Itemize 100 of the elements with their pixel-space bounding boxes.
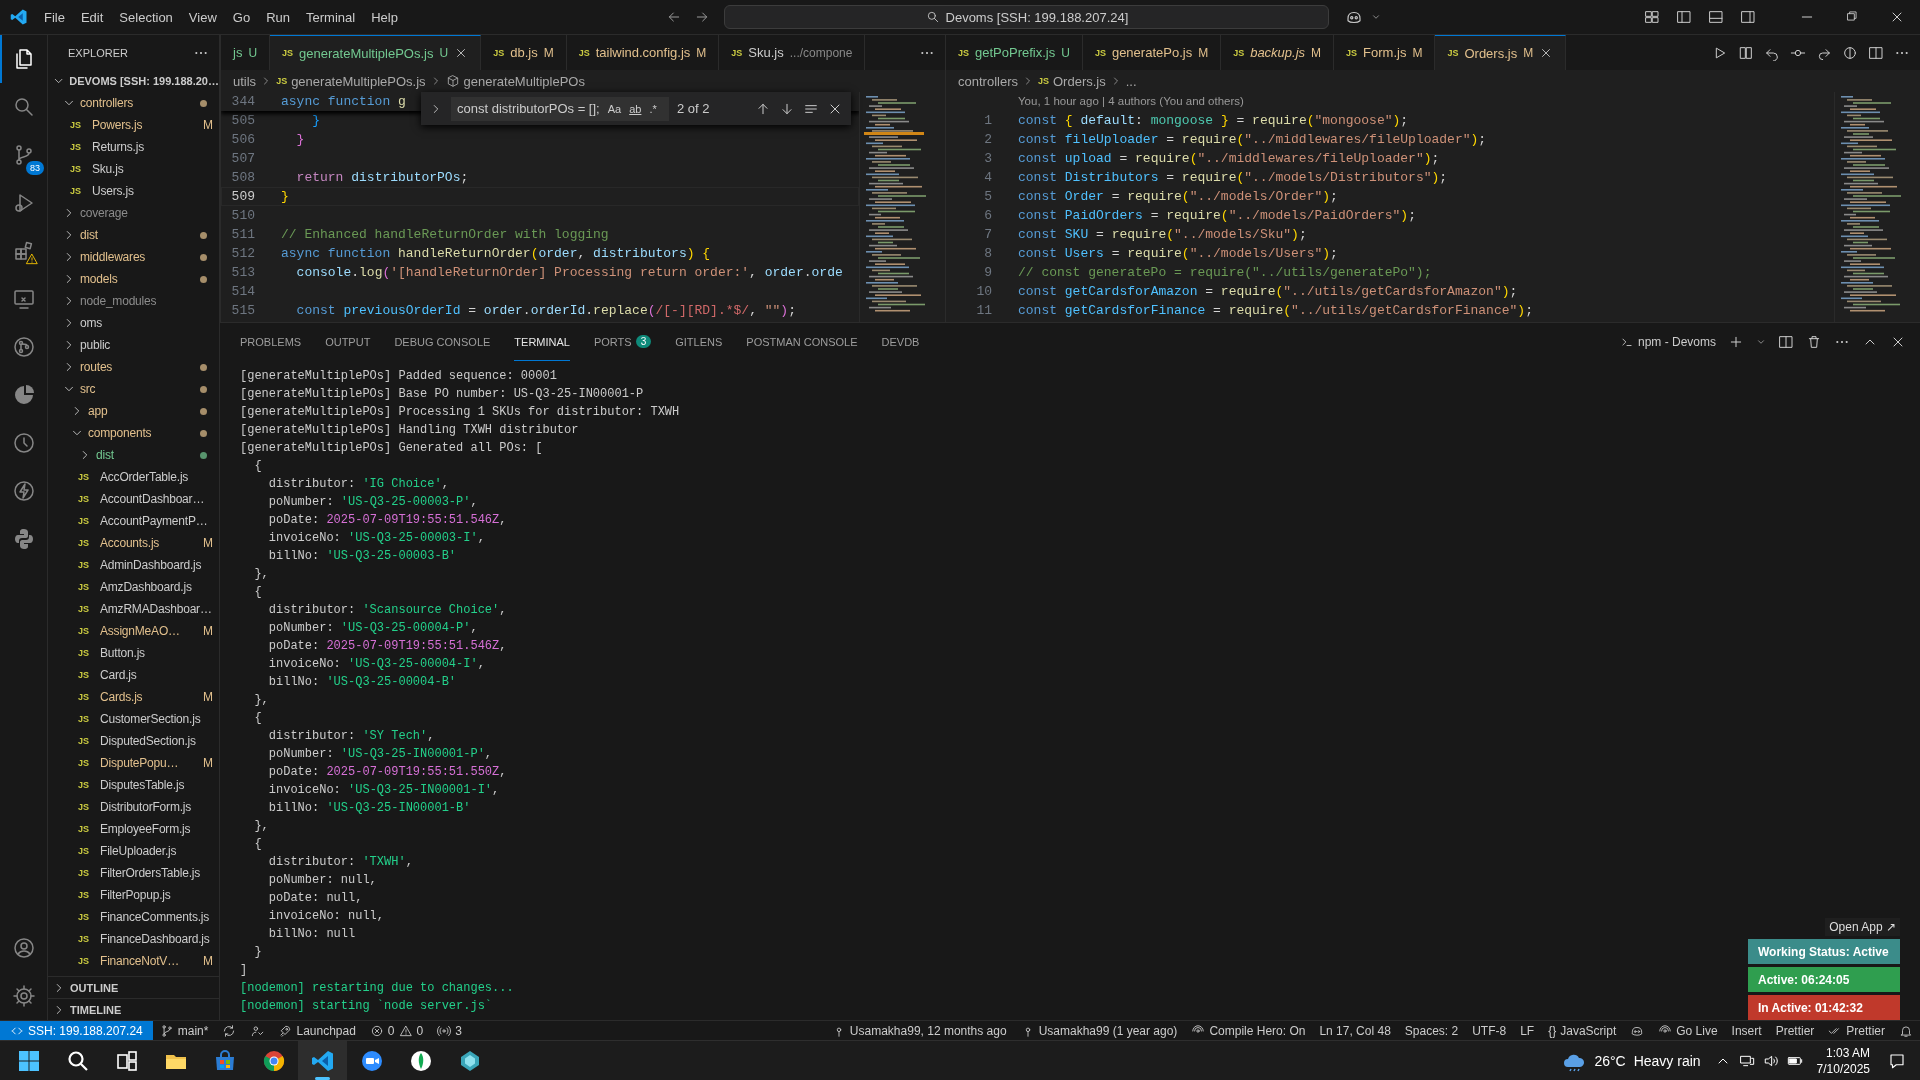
menu-item[interactable]: Go	[224, 5, 259, 29]
panel-tab[interactable]: OUTPUT	[325, 323, 371, 361]
status-bar-item[interactable]: main*	[152, 1020, 216, 1041]
status-bar-item[interactable]: {} JavaScript	[1541, 1020, 1624, 1041]
toggle-panel-icon[interactable]	[1708, 9, 1724, 25]
file-tree-item[interactable]: controllers	[48, 92, 219, 114]
file-tree-item[interactable]: middlewares	[48, 246, 219, 268]
file-tree-item[interactable]: dist	[48, 224, 219, 246]
file-tree-item[interactable]: src	[48, 378, 219, 400]
file-tree-item[interactable]: JS DisputePopu… M	[48, 752, 219, 774]
breadcrumb-item[interactable]: generateMultiplePOs	[445, 73, 585, 89]
file-tree-item[interactable]: JS AmzRMADashboar…	[48, 598, 219, 620]
menu-item[interactable]: Help	[363, 5, 406, 29]
file-tree-item[interactable]: JS EmployeeForm.js	[48, 818, 219, 840]
caret-icon[interactable]	[1371, 12, 1382, 22]
panel-tab[interactable]: PORTS 3	[593, 323, 652, 361]
status-bar-item[interactable]: Go Live	[1651, 1020, 1725, 1041]
file-tree-item[interactable]: JS AmzDashboard.js	[48, 576, 219, 598]
command-center[interactable]: Devoms [SSH: 199.188.207.24]	[724, 5, 1330, 29]
file-tree-item[interactable]: JS AccountDashboar…	[48, 488, 219, 510]
account-icon[interactable]	[11, 936, 36, 960]
code-editor-icon[interactable]	[310, 1048, 335, 1073]
file-tree-item[interactable]: JS AccOrderTable.js	[48, 466, 219, 488]
toggle-secondary-sidebar-icon[interactable]	[1740, 9, 1756, 25]
breadcrumb-item[interactable]: ...	[1125, 73, 1137, 89]
status-bar-item[interactable]: Spaces: 2	[1397, 1020, 1466, 1041]
status-bar-item[interactable]: Prettier	[1821, 1020, 1892, 1041]
match-case-toggle[interactable]: Aa	[607, 102, 622, 115]
trash-icon[interactable]	[1806, 334, 1822, 350]
file-tree-item[interactable]: JS CustomerSection.js	[48, 708, 219, 730]
breadcrumb-item[interactable]: controllers	[958, 73, 1018, 89]
section-header[interactable]: OUTLINE	[48, 976, 219, 998]
status-bar-item[interactable]: Compile Hero: On	[1184, 1020, 1313, 1041]
status-bar-item[interactable]: LF	[1513, 1020, 1542, 1041]
file-tree-item[interactable]: JS Returns.js	[48, 136, 219, 158]
panel-tab[interactable]: POSTMAN CONSOLE	[746, 323, 858, 361]
compare-icon[interactable]	[1738, 44, 1754, 61]
menu-item[interactable]: View	[180, 5, 225, 29]
panel-tab[interactable]: TERMINAL	[514, 323, 570, 361]
file-tree-item[interactable]: app	[48, 400, 219, 422]
status-bar-item[interactable]: Usamakha99, 12 months ago	[824, 1020, 1014, 1041]
lightning-icon[interactable]	[11, 479, 36, 503]
status-bar-item[interactable]: Launchpad	[271, 1020, 363, 1041]
task-view-icon[interactable]	[114, 1048, 139, 1073]
panel-tab[interactable]: DEVDB	[881, 323, 920, 361]
new-terminal-icon[interactable]	[1728, 334, 1744, 350]
breadcrumb-item[interactable]: JS generateMultiplePOs.js	[276, 73, 426, 89]
workspace-header[interactable]: DEVOMS [SSH: 199.188.20…	[48, 70, 219, 92]
file-tree-item[interactable]: coverage	[48, 202, 219, 224]
clock-icon[interactable]	[11, 431, 36, 455]
file-tree-item[interactable]: JS Cards.js M	[48, 686, 219, 708]
file-tree-item[interactable]: JS Sku.js	[48, 158, 219, 180]
split-editor-icon[interactable]	[1868, 44, 1884, 61]
settings-icon[interactable]	[11, 984, 36, 1008]
terminal-selector[interactable]: npm - Devoms	[1619, 335, 1716, 349]
file-tree-item[interactable]: JS FileUploader.js	[48, 840, 219, 862]
start-icon[interactable]	[16, 1048, 41, 1073]
monitor-icon[interactable]	[11, 287, 36, 311]
graph-icon[interactable]	[11, 335, 36, 359]
file-tree-item[interactable]: JS DisputesTable.js	[48, 774, 219, 796]
editor-tab[interactable]: JS Orders.js M	[1435, 35, 1567, 70]
whole-word-toggle[interactable]: ab	[629, 102, 642, 115]
panel-tab[interactable]: GITLENS	[675, 323, 723, 361]
file-tree-item[interactable]: node_modules	[48, 290, 219, 312]
video-camera-icon[interactable]	[359, 1048, 384, 1073]
gitlens-icon[interactable]	[1842, 44, 1858, 61]
menu-item[interactable]: Terminal	[298, 5, 364, 29]
status-bar-item[interactable]: Prettier	[1768, 1020, 1822, 1041]
file-tree-item[interactable]: JS Card.js	[48, 664, 219, 686]
file-tree-item[interactable]: JS Accounts.js M	[48, 532, 219, 554]
toggle-sidebar-icon[interactable]	[1676, 9, 1692, 25]
file-tree-item[interactable]: oms	[48, 312, 219, 334]
file-tree-item[interactable]: JS FinanceDashboard.js	[48, 928, 219, 950]
file-tree-item[interactable]: JS DisputedSection.js	[48, 730, 219, 752]
breadcrumb-item[interactable]: JS Orders.js	[1037, 73, 1106, 89]
customize-layout-icon[interactable]	[1644, 9, 1660, 25]
file-tree-item[interactable]: JS Button.js	[48, 642, 219, 664]
caret-icon[interactable]	[1756, 337, 1766, 347]
leaf-icon[interactable]	[408, 1048, 433, 1073]
editor-tab[interactable]: JS generateMultiplePOs.js U	[270, 35, 482, 70]
file-tree-item[interactable]: JS FinanceNotV… M	[48, 950, 219, 972]
status-bar-item[interactable]: SSH: 199.188.207.24	[0, 1020, 153, 1041]
status-bar-item[interactable]: 3	[430, 1020, 469, 1041]
panel-tab[interactable]: DEBUG CONSOLE	[394, 323, 491, 361]
file-tree-item[interactable]: JS AccountPaymentP…	[48, 510, 219, 532]
menu-item[interactable]: Edit	[72, 5, 112, 29]
file-tree-item[interactable]: JS FilterPopup.js	[48, 884, 219, 906]
clock[interactable]: 1:03 AM 7/10/2025	[1816, 1044, 1870, 1077]
restore-icon[interactable]	[1845, 9, 1859, 23]
file-tree-item[interactable]: JS Powers.js M	[48, 114, 219, 136]
status-bar-item[interactable]: Ln 17, Col 48	[1312, 1020, 1398, 1041]
file-tree-item[interactable]: JS AssignMeAO… M	[48, 620, 219, 642]
notification-icon[interactable]	[1888, 1051, 1906, 1070]
file-tree-item[interactable]: JS DistributorForm.js	[48, 796, 219, 818]
browser-icon[interactable]	[261, 1048, 286, 1073]
file-tree-item[interactable]: models	[48, 268, 219, 290]
search-icon[interactable]	[65, 1048, 90, 1073]
file-tree-item[interactable]: JS FinanceComments.js	[48, 906, 219, 928]
menu-item[interactable]: Selection	[111, 5, 181, 29]
panel-tab[interactable]: PROBLEMS	[240, 323, 302, 361]
